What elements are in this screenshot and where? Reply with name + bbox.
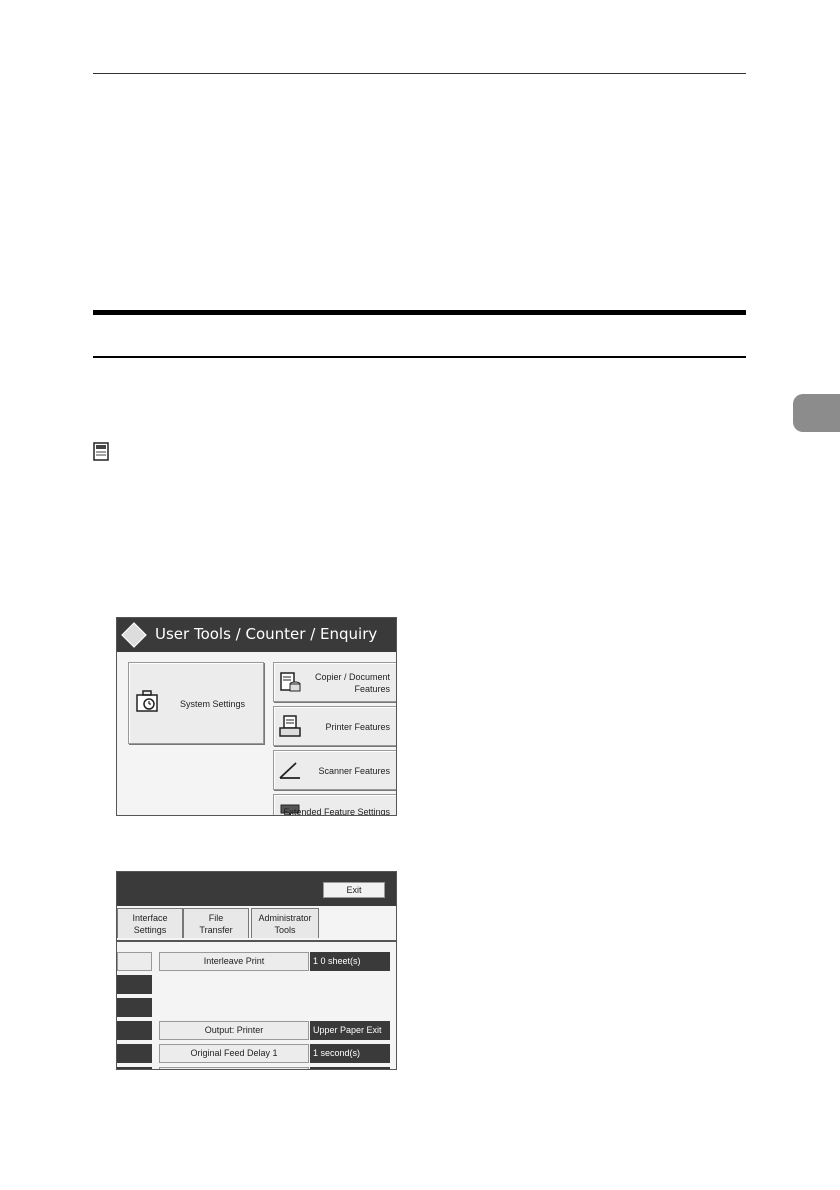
left-setting-button[interactable] — [117, 952, 152, 971]
output-printer-value: Upper Paper Exit — [310, 1021, 390, 1040]
tab-interface-settings[interactable]: Interface Settings — [117, 908, 183, 938]
left-setting-button[interactable] — [117, 975, 152, 994]
user-tools-screen: User Tools / Counter / Enquiry System Se… — [116, 617, 397, 816]
system-settings-label: System Settings — [180, 699, 246, 709]
note-icon — [93, 442, 109, 461]
tab-label-line1: File — [208, 913, 224, 923]
exit-button[interactable]: Exit — [323, 882, 385, 898]
printer-features-button[interactable]: Printer Features — [273, 706, 396, 746]
interleave-print-button[interactable]: Interleave Print — [159, 952, 309, 971]
copier-icon — [280, 672, 301, 692]
system-settings-screen: Exit Interface Settings File Transfer Ad… — [116, 871, 397, 1070]
next-setting-value — [310, 1067, 390, 1069]
left-setting-button[interactable] — [117, 1021, 152, 1040]
left-setting-button[interactable] — [117, 1044, 152, 1063]
tab-strip: Interface Settings File Transfer Adminis… — [117, 906, 396, 942]
output-printer-button[interactable]: Output: Printer — [159, 1021, 309, 1040]
tab-label-line2: Tools — [274, 925, 296, 935]
top-bar: Exit — [117, 872, 396, 906]
section-rule-thin — [93, 356, 746, 358]
original-feed-delay-button[interactable]: Original Feed Delay 1 — [159, 1044, 309, 1063]
left-setting-button[interactable] — [117, 998, 152, 1017]
tab-label-line2: Settings — [133, 925, 167, 935]
copier-label-line2: Features — [354, 684, 390, 694]
tab-label-line2: Transfer — [199, 925, 233, 935]
interleave-print-value: 1 0 sheet(s) — [310, 952, 390, 971]
copier-document-features-button[interactable]: Copier / Document Features — [273, 662, 396, 702]
printer-features-label: Printer Features — [325, 722, 390, 732]
section-rule-thick — [93, 310, 746, 315]
next-setting-button[interactable] — [159, 1067, 309, 1069]
scanner-features-label: Scanner Features — [318, 766, 390, 776]
left-setting-button[interactable] — [117, 1067, 152, 1069]
extended-feature-settings-button[interactable]: Extended Feature Settings — [273, 794, 396, 816]
logo-icon — [121, 622, 147, 648]
title-bar: User Tools / Counter / Enquiry — [117, 618, 396, 652]
screen-title: User Tools / Counter / Enquiry — [155, 625, 378, 643]
header-rule — [93, 73, 746, 74]
copier-label-line1: Copier / Document — [314, 672, 390, 682]
tab-administrator-tools[interactable]: Administrator Tools — [251, 908, 319, 938]
printer-icon — [279, 715, 301, 737]
scanner-icon — [279, 762, 300, 779]
toolbox-icon — [136, 690, 158, 712]
chapter-side-tab — [793, 394, 840, 432]
tab-label-line1: Interface — [132, 913, 168, 923]
tab-file-transfer[interactable]: File Transfer — [183, 908, 249, 938]
extended-feature-label: Extended Feature Settings — [283, 807, 390, 816]
scanner-features-button[interactable]: Scanner Features — [273, 750, 396, 790]
original-feed-delay-value: 1 second(s) — [310, 1044, 390, 1063]
system-settings-button[interactable]: System Settings — [128, 662, 264, 744]
tab-label-line1: Administrator — [258, 913, 312, 923]
